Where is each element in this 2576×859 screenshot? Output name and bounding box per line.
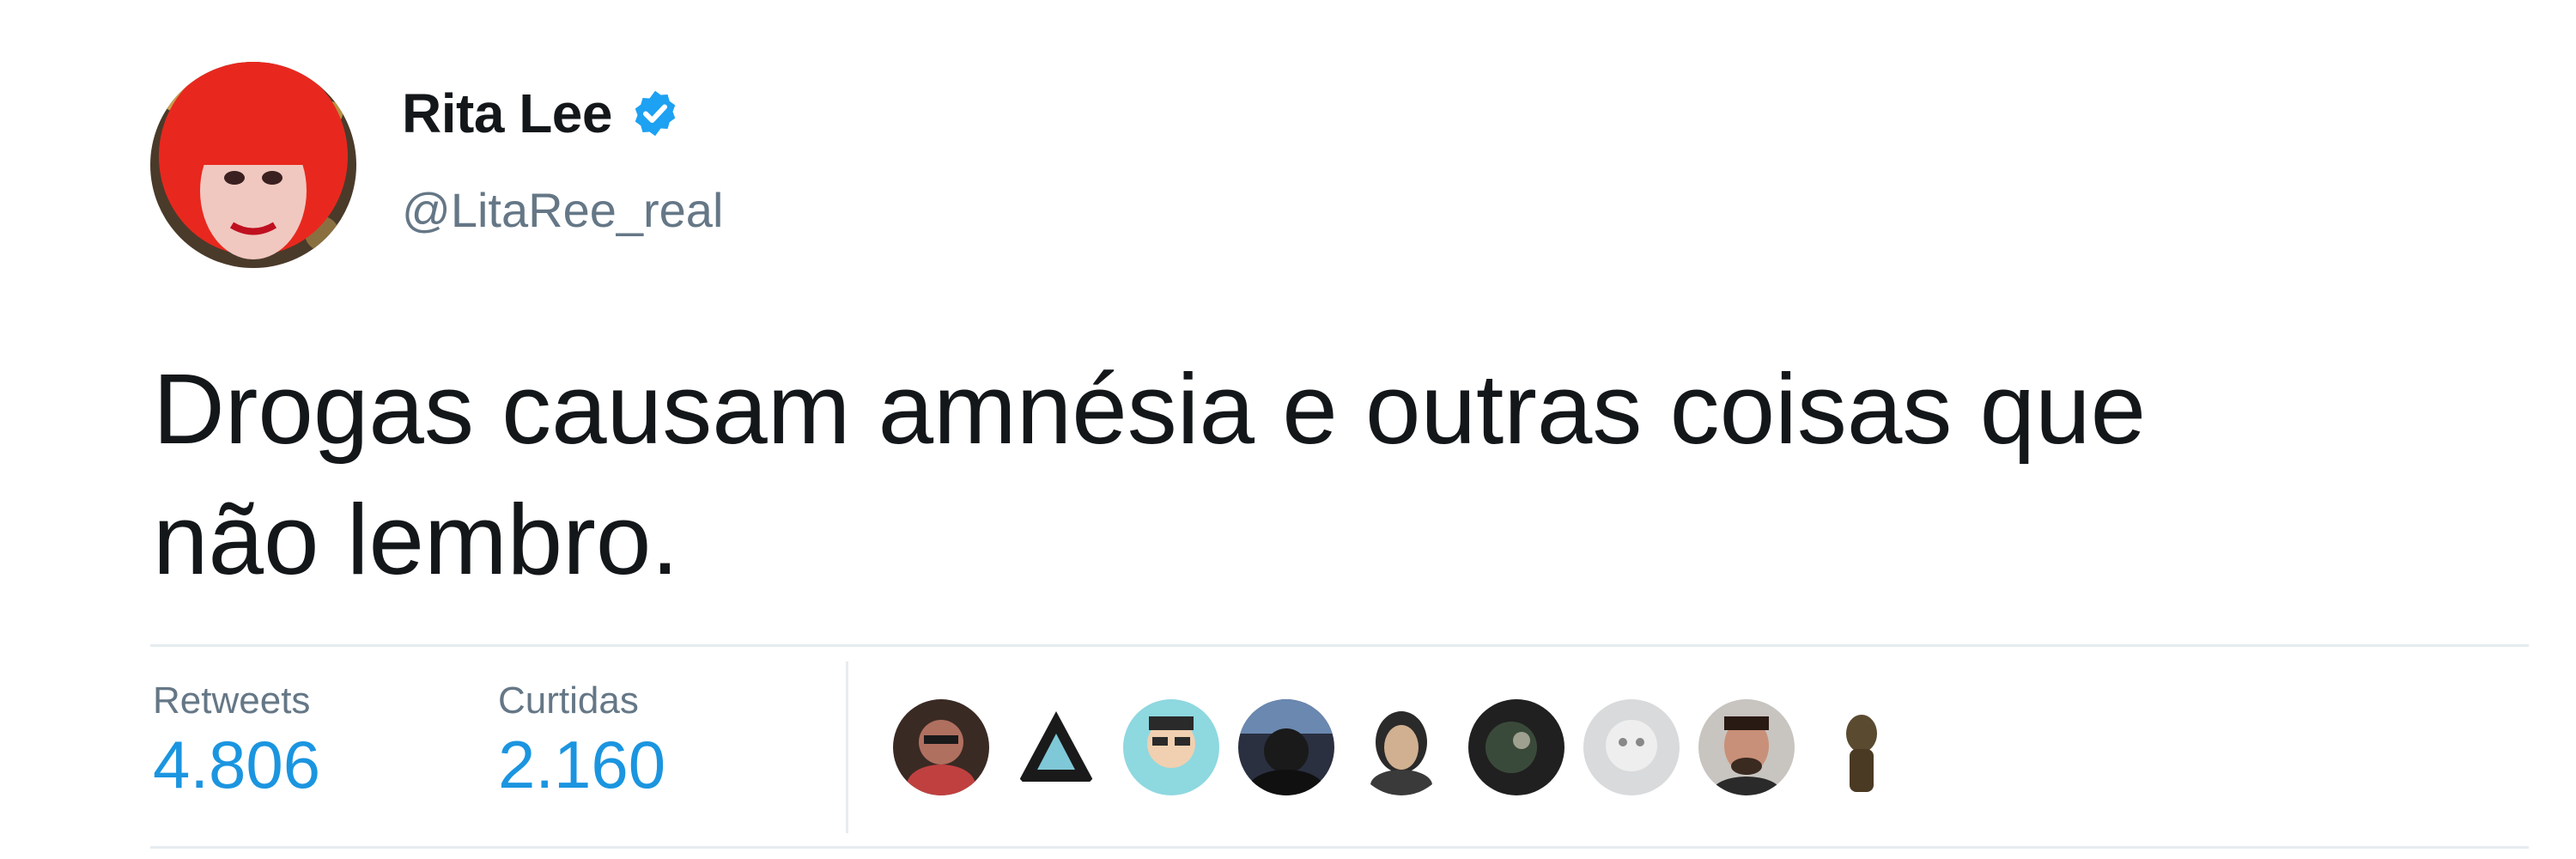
liker-avatar[interactable]	[1468, 699, 1564, 795]
user-photo-icon	[1468, 699, 1564, 795]
stats-separator	[846, 661, 848, 833]
likes-label: Curtidas	[498, 679, 639, 722]
user-photo-icon	[1123, 699, 1219, 795]
user-photo-icon	[1698, 699, 1795, 795]
liker-avatar[interactable]	[1583, 699, 1680, 795]
liker-avatar[interactable]	[893, 699, 989, 795]
retweets-count: 4.806	[153, 727, 321, 802]
liker-avatar[interactable]	[1238, 699, 1334, 795]
retweets-label: Retweets	[153, 679, 311, 722]
author-display-name[interactable]: Rita Lee	[402, 82, 612, 145]
liker-avatar[interactable]	[1353, 699, 1449, 795]
liker-avatar[interactable]	[1008, 699, 1104, 795]
tweet-text-line-2: não lembro.	[153, 484, 679, 595]
verified-badge-icon	[635, 90, 676, 137]
likes-stat[interactable]: Curtidas 2.160	[498, 679, 665, 806]
divider	[150, 644, 2529, 647]
divider	[150, 846, 2529, 849]
liker-avatar[interactable]	[1123, 699, 1219, 795]
author-avatar[interactable]	[150, 62, 356, 268]
author-handle[interactable]: @LitaRee_real	[402, 182, 723, 238]
tweet-text: Drogas causam amnésia e outras coisas qu…	[153, 344, 2523, 605]
user-photo-icon	[1353, 699, 1449, 795]
user-photo-icon	[1238, 699, 1334, 795]
user-photo-icon	[893, 699, 989, 795]
liker-avatar[interactable]	[1814, 699, 1910, 795]
user-photo-icon	[1814, 699, 1910, 795]
liker-avatar[interactable]	[1698, 699, 1795, 795]
tweet-text-line-1: Drogas causam amnésia e outras coisas qu…	[153, 353, 2147, 465]
retweets-stat[interactable]: Retweets 4.806	[153, 679, 320, 806]
user-photo-icon	[1583, 699, 1680, 795]
liked-by-avatars	[893, 696, 1910, 799]
tweet-card: Rita Lee @LitaRee_real Drogas causam amn…	[0, 0, 2576, 859]
avatar-photo-icon	[150, 62, 356, 268]
author-name-row: Rita Lee	[402, 79, 681, 148]
likes-count: 2.160	[498, 727, 666, 802]
user-photo-icon	[1008, 699, 1104, 795]
